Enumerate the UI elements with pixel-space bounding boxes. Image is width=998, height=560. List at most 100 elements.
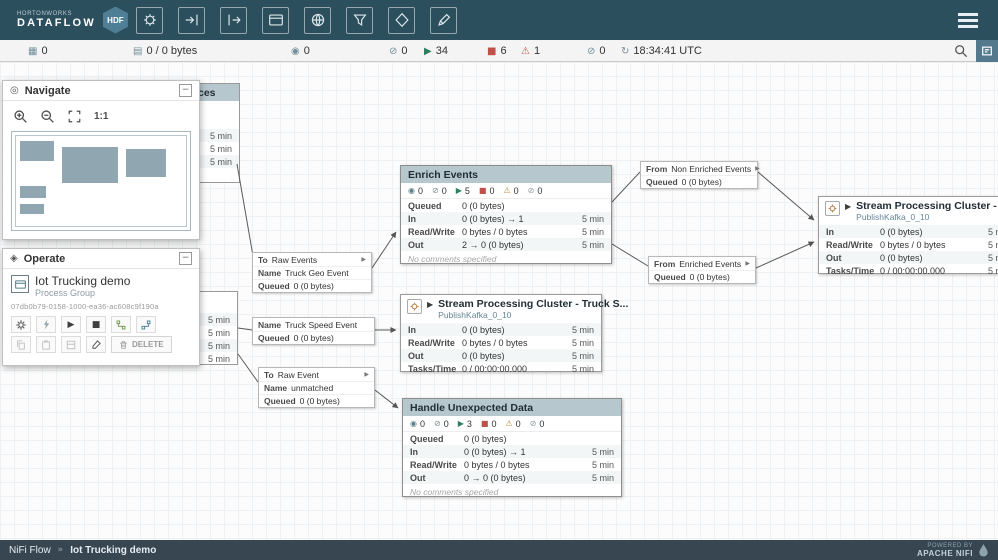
input-port-tool-icon[interactable] [178,7,205,34]
connection-label-raw-events[interactable]: ToRaw Events▶ NameTruck Geo Event Queued… [252,252,372,293]
breadcrumb-root[interactable]: NiFi Flow [9,545,51,556]
truck-e-processor[interactable]: ▶ Stream Processing Cluster - Truck E...… [818,196,998,274]
copy-icon[interactable] [11,336,31,353]
refresh-status[interactable]: ↻ 18:34:41 UTC [621,40,702,62]
stat-window: 5 min [208,328,230,338]
template-tool-icon[interactable] [388,7,415,34]
navigate-title: Navigate [25,85,179,97]
processor-icon [407,299,422,314]
run-status-icon: ▶ [427,300,433,309]
transmitting-icon: ◉ [408,186,415,195]
run-status-icon: ▶ [845,202,851,211]
not-transmitting-status: ⊘ 0 [389,40,408,62]
component-toolbar [136,7,457,34]
stopped-status: ■ 6 [487,40,507,62]
active-threads-status: ▦ 0 [28,40,48,62]
stat-window: 5 min [210,131,232,141]
processor-title: Stream Processing Cluster - Truck E... [856,201,998,212]
connection-label-raw-event[interactable]: ToRaw Event▶ Nameunmatched Queued0 (0 by… [258,367,375,408]
powered-by: POWERED BY APACHE NIFI [917,543,989,558]
global-menu-icon[interactable] [954,9,982,32]
not-transmitting-icon: ⊘ [389,46,397,57]
expand-connection-icon[interactable]: ▶ [364,371,369,378]
invalid-icon: ⚠ [505,419,512,428]
invalid-status: ⚠ 1 [521,40,540,62]
group-icon[interactable] [61,336,81,353]
connection-label-enriched[interactable]: FromEnriched Events▶ Queued0 (0 bytes) [648,256,756,284]
operate-title: Operate [24,253,179,265]
processor-type: PublishKafka_0_10 [438,310,628,320]
navigate-palette: ◎ Navigate − 1:1 [2,80,200,240]
configuration-icon[interactable] [11,316,31,333]
connection-label-truck-speed[interactable]: NameTruck Speed Event Queued0 (0 bytes) [252,317,375,345]
version-control-icon[interactable] [111,316,131,333]
truck-s-processor[interactable]: ▶ Stream Processing Cluster - Truck S...… [400,294,602,372]
group-title: Enrich Events [401,166,611,183]
status-bar: ▦ 0 ▤ 0 / 0 bytes ◉ 0 ⊘ 0 ▶ 34 ■ 6 ⚠ 1 ⊘ [0,40,998,62]
navigate-icon: ◎ [10,85,19,96]
nifi-app: HORTONWORKS DATAFLOW HDF ▦ 0 ▤ 0 / 0 byt… [0,0,998,560]
start-icon[interactable]: ▶ [61,316,81,333]
breadcrumb-separator: » [58,545,64,555]
search-icon[interactable] [954,44,968,58]
zoom-in-icon[interactable] [13,107,28,125]
zoom-fit-icon[interactable] [67,107,82,125]
queue-icon: ▤ [133,46,142,57]
bulletin-panel-toggle-icon[interactable] [976,40,998,62]
selected-component-id: 07db0b79-0158-1000-ea36-ac608c9f190a [3,299,199,312]
label-tool-icon[interactable] [430,7,457,34]
connection-label-non-enriched[interactable]: FromNon Enriched Events▶ Queued0 (0 byte… [640,161,758,189]
minimap-component [20,204,44,214]
selected-component-name: Iot Trucking demo [35,275,130,288]
collapse-operate-icon[interactable]: − [179,252,192,265]
zoom-out-icon[interactable] [40,107,55,125]
processor-title: Stream Processing Cluster - Truck S... [438,299,628,310]
collapse-navigate-icon[interactable]: − [179,84,192,97]
flow-version-icon[interactable] [136,316,156,333]
processor-tool-icon[interactable] [136,7,163,34]
enrich-events-group[interactable]: Enrich Events ◉0 ⊘0 ▶5 ■0 ⚠0 ⊘0 Queued0 … [400,165,612,264]
expand-connection-icon[interactable]: ▶ [361,256,366,263]
expand-connection-icon[interactable]: ▶ [755,165,760,172]
disabled-icon: ⊘ [530,419,537,428]
stat-window: 5 min [208,354,230,364]
group-comment: No comments specified [403,484,621,499]
stat-window: 5 min [210,157,232,167]
minimap-component [62,147,118,183]
operate-palette: ◈ Operate − Iot Trucking demo Process Gr… [2,248,200,366]
birdseye-minimap[interactable] [11,131,191,231]
stat-window: 5 min [208,315,230,325]
minimap-component [20,186,46,198]
not-transmitting-icon: ⊘ [434,419,441,428]
running-status: ▶ 34 [424,40,448,62]
group-title: Handle Unexpected Data [403,399,621,416]
process-group-tool-icon[interactable] [262,7,289,34]
paste-icon[interactable] [36,336,56,353]
expand-connection-icon[interactable]: ▶ [745,260,750,267]
output-port-tool-icon[interactable] [220,7,247,34]
stop-icon[interactable]: ■ [86,316,106,333]
zoom-actual-size-button[interactable]: 1:1 [94,111,108,122]
processor-type: PublishKafka_0_10 [856,212,998,222]
enable-icon[interactable] [36,316,56,333]
stat-window: 5 min [210,144,232,154]
color-icon[interactable] [86,336,106,353]
running-icon: ▶ [456,186,462,195]
selected-component-type: Process Group [35,288,130,298]
stopped-icon: ■ [487,46,496,57]
brand-line2: DATAFLOW [17,17,96,29]
invalid-icon: ⚠ [521,46,530,57]
operate-icon: ◈ [10,253,18,264]
disabled-icon: ⊘ [587,46,595,57]
disabled-icon: ⊘ [528,186,535,195]
breadcrumb-current[interactable]: Iot Trucking demo [70,545,156,556]
threads-icon: ▦ [28,46,37,57]
handle-unexpected-data-group[interactable]: Handle Unexpected Data ◉0 ⊘0 ▶3 ■0 ⚠0 ⊘0… [402,398,622,497]
refresh-icon[interactable]: ↻ [621,46,629,57]
remote-process-group-tool-icon[interactable] [304,7,331,34]
minimap-component [20,141,54,161]
disabled-status: ⊘ 0 [587,40,606,62]
funnel-tool-icon[interactable] [346,7,373,34]
stopped-icon: ■ [479,186,487,195]
delete-button[interactable]: DELETE [111,336,172,353]
